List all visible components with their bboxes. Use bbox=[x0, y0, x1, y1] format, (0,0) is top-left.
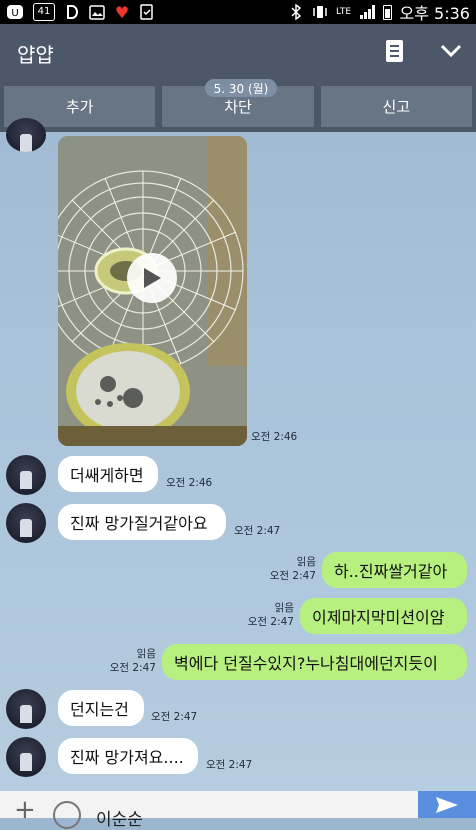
clock: 오후 5:36 bbox=[399, 4, 470, 23]
message-bubble-incoming[interactable]: 던지는건 bbox=[58, 690, 144, 726]
play-icon bbox=[144, 268, 161, 288]
send-button[interactable] bbox=[418, 791, 476, 818]
avatar[interactable] bbox=[6, 118, 46, 152]
message-time: 오전 2:47 bbox=[206, 759, 253, 771]
avatar[interactable] bbox=[6, 737, 46, 777]
image-icon bbox=[89, 4, 105, 20]
avatar[interactable] bbox=[6, 455, 46, 495]
bluetooth-icon bbox=[288, 4, 304, 20]
message-meta: 읽음 오전 2:47 bbox=[240, 601, 294, 629]
message-time: 오전 2:47 bbox=[247, 616, 294, 628]
plus-icon[interactable]: + bbox=[14, 797, 36, 823]
d-icon bbox=[64, 4, 80, 20]
menu-icon[interactable] bbox=[386, 40, 403, 62]
message-time: 오전 2:47 bbox=[151, 711, 198, 723]
status-bar: U 41 ♥ LTE 오후 5:36 bbox=[0, 0, 476, 24]
message-time: 오전 2:46 bbox=[251, 431, 298, 443]
date-divider: 5. 30 (월) bbox=[205, 79, 277, 97]
notification-badge: 41 bbox=[33, 3, 55, 21]
send-icon bbox=[436, 796, 458, 813]
heart-icon: ♥ bbox=[114, 2, 130, 22]
report-button[interactable]: 신고 bbox=[320, 86, 472, 127]
read-receipt: 읽음 bbox=[274, 602, 294, 614]
message-bubble-incoming[interactable]: 진짜 망가질거같아요 bbox=[58, 504, 226, 540]
emoticon-icon[interactable] bbox=[53, 801, 81, 829]
message-time: 오전 2:46 bbox=[166, 477, 213, 489]
app-icon: U bbox=[6, 4, 24, 20]
message-bubble-incoming[interactable]: 더쌔게하면 bbox=[58, 456, 158, 492]
message-meta: 읽음 오전 2:47 bbox=[262, 555, 316, 583]
chevron-down-icon[interactable] bbox=[440, 44, 462, 58]
avatar[interactable] bbox=[6, 503, 46, 543]
task-icon bbox=[139, 4, 155, 20]
message-time: 오전 2:47 bbox=[234, 525, 281, 537]
play-button[interactable] bbox=[127, 253, 177, 303]
message-bubble-outgoing[interactable]: 하..진짜쌀거같아 bbox=[322, 552, 467, 588]
message-time: 오전 2:47 bbox=[269, 570, 316, 582]
message-time: 오전 2:47 bbox=[109, 662, 156, 674]
message-bubble-outgoing[interactable]: 벽에다 던질수있지?누나침대에던지듯이 bbox=[162, 644, 467, 680]
message-bubble-incoming[interactable]: 진짜 망가져요.... bbox=[58, 738, 198, 774]
message-meta: 읽음 오전 2:47 bbox=[104, 647, 156, 675]
svg-text:U: U bbox=[11, 8, 18, 19]
chat-header: 얍얍 bbox=[0, 24, 476, 81]
network-label: LTE bbox=[336, 6, 352, 17]
read-receipt: 읽음 bbox=[136, 648, 156, 660]
chat-title: 얍얍 bbox=[17, 43, 54, 67]
battery-icon bbox=[382, 4, 392, 20]
message-bubble-outgoing[interactable]: 이제마지막미션이얌 bbox=[300, 598, 467, 634]
vibrate-icon bbox=[312, 4, 328, 20]
signal-icon bbox=[359, 5, 375, 19]
avatar[interactable] bbox=[6, 689, 46, 729]
read-receipt: 읽음 bbox=[296, 556, 316, 568]
